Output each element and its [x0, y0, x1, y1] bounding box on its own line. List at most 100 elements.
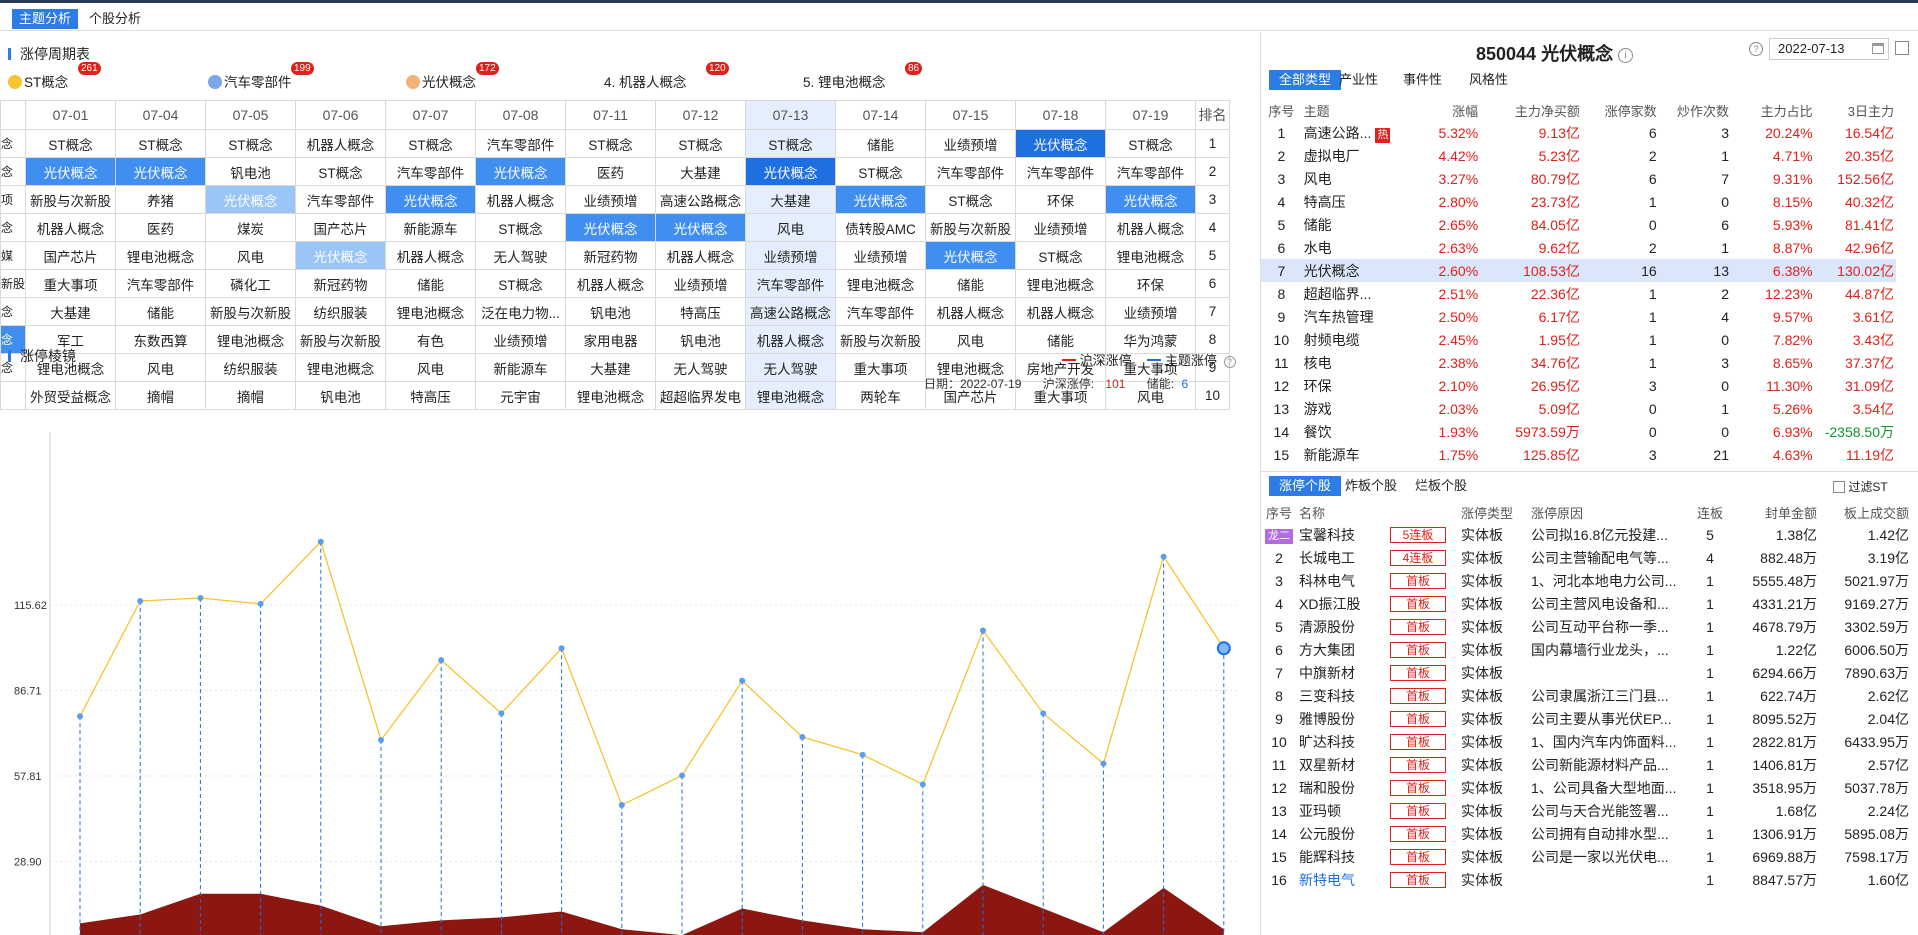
cycle-cell[interactable]: 业绩预增: [745, 241, 837, 270]
cycle-cell[interactable]: 锂电池概念: [745, 381, 837, 410]
cycle-cell[interactable]: 环保: [1105, 269, 1197, 298]
cycle-cell[interactable]: ST概念: [475, 269, 567, 298]
data-point[interactable]: [558, 645, 565, 652]
stock-col-header[interactable]: 涨停原因: [1529, 501, 1689, 523]
cycle-cell[interactable]: ST概念: [1015, 241, 1107, 270]
cycle-cell[interactable]: 纺织服装: [205, 353, 297, 382]
cycle-cell[interactable]: 业绩预增: [475, 325, 567, 354]
cycle-cell[interactable]: ST概念: [115, 129, 207, 158]
cycle-cell[interactable]: ST概念: [655, 129, 747, 158]
cycle-cell[interactable]: 光伏概念: [295, 241, 387, 270]
cycle-cell[interactable]: ST概念: [835, 157, 927, 186]
stock-row[interactable]: 11 双星新材 首板 实体板 公司新能源材料产品... 1 1406.81万 2.57亿: [1261, 753, 1911, 776]
data-point[interactable]: [317, 538, 324, 545]
cycle-cell[interactable]: 业绩预增: [1105, 297, 1197, 326]
theme-col-header[interactable]: 涨停家数: [1582, 99, 1659, 121]
cycle-cell[interactable]: 机器人概念: [925, 297, 1017, 326]
partial-cell[interactable]: 项: [0, 185, 27, 214]
cycle-cell[interactable]: ST概念: [745, 129, 837, 158]
filter-st-checkbox[interactable]: [1833, 481, 1845, 493]
theme-col-header[interactable]: 主力净买额: [1480, 99, 1582, 121]
cycle-cell[interactable]: 业绩预增: [565, 185, 657, 214]
cycle-cell[interactable]: 特高压: [385, 381, 477, 410]
stock-tab[interactable]: 烂板个股: [1409, 476, 1473, 496]
stock-col-header[interactable]: 序号: [1261, 501, 1297, 523]
date-header[interactable]: 07-07: [385, 100, 477, 130]
cycle-cell[interactable]: 光伏概念: [385, 185, 477, 214]
theme-col-header[interactable]: 涨幅: [1412, 99, 1480, 121]
cycle-cell[interactable]: 风电: [745, 213, 837, 242]
cycle-cell[interactable]: 机器人概念: [565, 269, 657, 298]
cycle-cell[interactable]: 光伏概念: [925, 241, 1017, 270]
theme-legend-item[interactable]: 5. 锂电池概念 86: [803, 62, 923, 91]
cycle-cell[interactable]: 业绩预增: [835, 241, 927, 270]
cycle-cell[interactable]: 钒电池: [565, 297, 657, 326]
stock-row[interactable]: 7 中旗新材 首板 实体板 1 6294.66万 7890.63万: [1261, 661, 1911, 684]
cycle-cell[interactable]: 储能: [925, 269, 1017, 298]
cycle-cell[interactable]: 新冠药物: [565, 241, 657, 270]
stock-row[interactable]: 3 科林电气 首板 实体板 1、河北本地电力公司... 1 5555.48万 5021.97万: [1261, 569, 1911, 592]
theme-row[interactable]: 1 高速公路... 热 5.32% 9.13亿 6 3 20.24% 16.54亿: [1261, 121, 1896, 144]
cycle-cell[interactable]: 医药: [565, 157, 657, 186]
theme-row[interactable]: 15 新能源车 1.75% 125.85亿 3 21 4.63% 11.19亿: [1261, 443, 1896, 466]
cycle-cell[interactable]: 大基建: [745, 185, 837, 214]
theme-col-header[interactable]: 主题: [1302, 99, 1413, 121]
theme-row[interactable]: 14 餐饮 1.93% 5973.59万 0 0 6.93% -2358.50万: [1261, 420, 1896, 443]
stock-col-header[interactable]: 封单金额: [1731, 501, 1819, 523]
cycle-cell[interactable]: 无人驾驶: [745, 353, 837, 382]
data-point[interactable]: [438, 657, 445, 664]
theme-row[interactable]: 12 环保 2.10% 26.95亿 3 0 11.30% 31.09亿: [1261, 374, 1896, 397]
cycle-cell[interactable]: ST概念: [25, 129, 117, 158]
partial-cell[interactable]: 媒: [0, 241, 27, 270]
cycle-cell[interactable]: 新冠药物: [295, 269, 387, 298]
data-point[interactable]: [799, 734, 806, 740]
cycle-cell[interactable]: 机器人概念: [655, 241, 747, 270]
cycle-cell[interactable]: 钒电池: [295, 381, 387, 410]
cycle-cell[interactable]: 养猪: [115, 185, 207, 214]
cycle-cell[interactable]: 机器人概念: [385, 241, 477, 270]
cycle-cell[interactable]: 储能: [385, 269, 477, 298]
theme-col-header[interactable]: 炒作次数: [1659, 99, 1731, 121]
cycle-cell[interactable]: 国产芯片: [295, 213, 387, 242]
prism-chart[interactable]: 28.9057.8186.71115.6206-2206-2306-2406-2…: [0, 422, 1258, 935]
cycle-cell[interactable]: 高速公路概念: [655, 185, 747, 214]
cycle-cell[interactable]: 债转股AMC: [835, 213, 927, 242]
stock-row[interactable]: 16 新特电气 首板 实体板 1 8847.57万 1.60亿: [1261, 868, 1911, 891]
cycle-cell[interactable]: 光伏概念: [835, 185, 927, 214]
theme-legend-item[interactable]: 光伏概念 172: [406, 62, 499, 91]
data-point[interactable]: [1100, 760, 1107, 767]
stock-row[interactable]: 2 长城电工 4连板 实体板 公司主营输配电气等... 4 882.48万 3.19亿: [1261, 546, 1911, 569]
theme-row[interactable]: 5 储能 2.65% 84.05亿 0 6 5.93% 81.41亿: [1261, 213, 1896, 236]
cycle-cell[interactable]: 重大事项: [25, 269, 117, 298]
cycle-cell[interactable]: 锂电池概念: [385, 297, 477, 326]
cycle-cell[interactable]: 高速公路概念: [745, 297, 837, 326]
data-point[interactable]: [1216, 641, 1231, 656]
cycle-cell[interactable]: 大基建: [25, 297, 117, 326]
theme-legend-item[interactable]: 4. 机器人概念 120: [604, 62, 729, 91]
date-header[interactable]: 07-18: [1015, 100, 1107, 130]
cycle-cell[interactable]: 光伏概念: [1015, 129, 1107, 158]
cycle-cell[interactable]: 光伏概念: [745, 157, 837, 186]
data-point[interactable]: [859, 751, 866, 758]
data-point[interactable]: [980, 627, 986, 634]
cycle-cell[interactable]: 风电: [385, 353, 477, 382]
cycle-cell[interactable]: 汽车零部件: [925, 157, 1017, 186]
cycle-cell[interactable]: 汽车零部件: [1015, 157, 1107, 186]
stock-col-header[interactable]: 名称: [1297, 501, 1377, 523]
external-link-icon[interactable]: [1895, 41, 1909, 55]
cycle-cell[interactable]: 汽车零部件: [745, 269, 837, 298]
data-point[interactable]: [498, 710, 505, 717]
stock-row[interactable]: 12 瑞和股份 首板 实体板 1、公司具备大型地面... 1 3518.95万 5037.78…: [1261, 776, 1911, 799]
stock-row[interactable]: 14 公元股份 首板 实体板 公司拥有自动排水型... 1 1306.91万 5895.08万: [1261, 822, 1911, 845]
partial-cell[interactable]: 新股: [0, 269, 27, 298]
cycle-cell[interactable]: 大基建: [565, 353, 657, 382]
cycle-cell[interactable]: 家用电器: [565, 325, 657, 354]
data-point[interactable]: [197, 594, 204, 601]
stock-tab[interactable]: 涨停个股: [1269, 476, 1342, 496]
cycle-cell[interactable]: 东数西算: [115, 325, 207, 354]
cycle-cell[interactable]: 锂电池概念: [565, 381, 657, 410]
data-point[interactable]: [257, 600, 264, 607]
cycle-cell[interactable]: 储能: [115, 297, 207, 326]
filter-st[interactable]: 过滤ST: [1833, 478, 1888, 495]
stock-col-header[interactable]: 涨停类型: [1459, 501, 1529, 523]
